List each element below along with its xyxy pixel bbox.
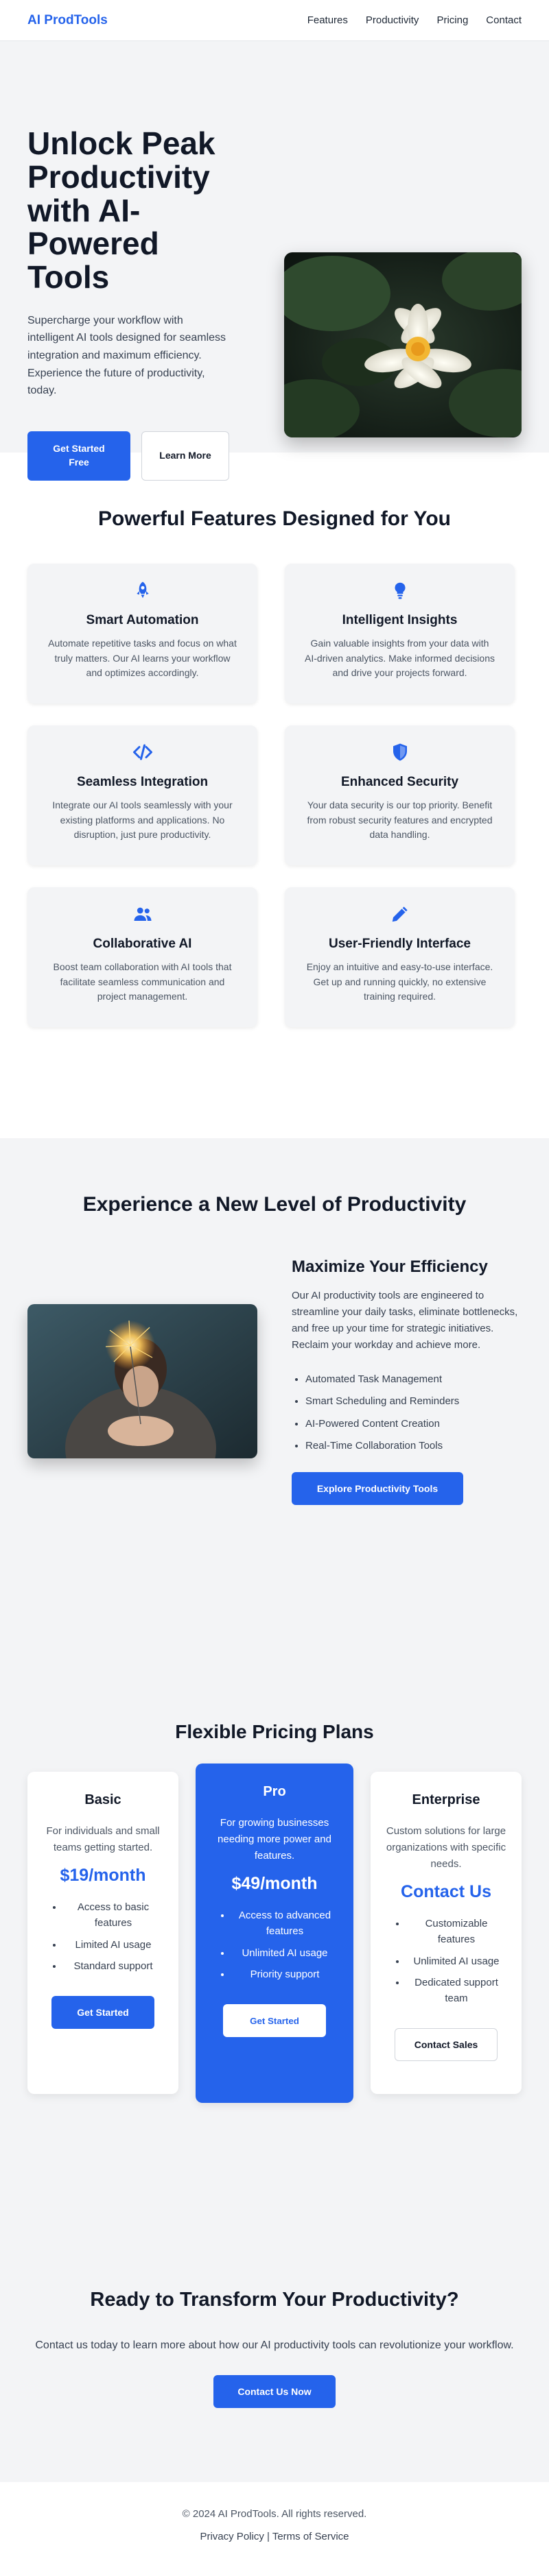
logo[interactable]: AI ProdTools — [27, 13, 108, 28]
features-section: Powerful Features Designed for You Smart… — [0, 453, 549, 1138]
feature-title: Smart Automation — [86, 613, 199, 627]
cta-section: Ready to Transform Your Productivity? Co… — [0, 2235, 549, 2482]
plan-price: $19/month — [60, 1866, 146, 1885]
hero-buttons: Get Started Free Learn More — [27, 431, 229, 481]
shield-icon — [393, 743, 407, 761]
terms-of-service-link[interactable]: Terms of Service — [272, 2531, 349, 2542]
feature-description: Gain valuable insights from your data wi… — [304, 638, 495, 679]
feature-card-seamless-integration: Seamless Integration Integrate our AI to… — [27, 725, 257, 865]
feature-card-smart-automation: Smart Automation Automate repetitive tas… — [27, 564, 257, 703]
productivity-subtitle: Maximize Your Efficiency — [292, 1257, 488, 1276]
copyright-text: © 2024 AI ProdTools. All rights reserved… — [182, 2508, 367, 2520]
list-item: Unlimited AI usage — [406, 1953, 506, 1969]
sparkler-image — [27, 1304, 257, 1458]
pencil-icon — [392, 906, 408, 922]
code-icon — [132, 744, 152, 760]
pricing-card-basic: Basic For individuals and small teams ge… — [27, 1772, 178, 2094]
plan-price: Contact Us — [401, 1882, 491, 1901]
basic-get-started-button[interactable]: Get Started — [51, 1996, 154, 2029]
water-lily-illustration — [284, 252, 522, 437]
nav-link-productivity[interactable]: Productivity — [366, 14, 419, 26]
feature-card-collaborative-ai: Collaborative AI Boost team collaboratio… — [27, 887, 257, 1027]
pricing-section: Flexible Pricing Plans Basic For individ… — [0, 1687, 549, 2235]
feature-title: User-Friendly Interface — [329, 937, 471, 951]
list-item: Priority support — [231, 1966, 338, 1982]
nav-link-features[interactable]: Features — [307, 14, 348, 26]
productivity-section: Experience a New Level of Productivity M… — [0, 1138, 549, 1687]
feature-title: Collaborative AI — [93, 937, 192, 951]
footer-links: Privacy Policy | Terms of Service — [0, 2531, 549, 2542]
feature-card-intelligent-insights: Intelligent Insights Gain valuable insig… — [285, 564, 515, 703]
explore-productivity-tools-button[interactable]: Explore Productivity Tools — [292, 1472, 463, 1505]
hero-section: Unlock Peak Productivity with AI-Powered… — [0, 41, 549, 481]
pro-get-started-button[interactable]: Get Started — [223, 2004, 326, 2037]
feature-description: Enjoy an intuitive and easy-to-use inter… — [306, 961, 493, 1002]
list-item: AI-Powered Content Creation — [305, 1413, 522, 1435]
productivity-details: Maximize Your Efficiency Our AI producti… — [292, 1257, 522, 1505]
nav-link-pricing[interactable]: Pricing — [436, 14, 468, 26]
productivity-content: Maximize Your Efficiency Our AI producti… — [0, 1257, 549, 1505]
plan-name: Enterprise — [412, 1792, 480, 1807]
plan-name: Pro — [263, 1784, 286, 1799]
feature-card-user-friendly-interface: User-Friendly Interface Enjoy an intuiti… — [285, 887, 515, 1027]
pricing-title: Flexible Pricing Plans — [175, 1721, 374, 1742]
pricing-card-pro: Pro For growing businesses needing more … — [196, 1764, 353, 2103]
features-grid: Smart Automation Automate repetitive tas… — [27, 564, 522, 1027]
sparkler-illustration — [27, 1304, 257, 1458]
list-item: Smart Scheduling and Reminders — [305, 1391, 522, 1412]
hero-subtitle: Supercharge your workflow with intellige… — [27, 314, 226, 397]
productivity-title: Experience a New Level of Productivity — [82, 1193, 467, 1216]
get-started-free-button[interactable]: Get Started Free — [27, 431, 130, 481]
productivity-text: Our AI productivity tools are engineered… — [292, 1290, 518, 1351]
plan-description: For individuals and small teams getting … — [46, 1825, 160, 1853]
list-item: Access to advanced features — [231, 1907, 338, 1940]
feature-description: Boost team collaboration with AI tools t… — [53, 961, 232, 1002]
hero-content: Unlock Peak Productivity with AI-Powered… — [27, 125, 229, 481]
footer-separator: | — [267, 2531, 270, 2542]
main-nav: Features Productivity Pricing Contact — [307, 14, 522, 26]
plan-name: Basic — [84, 1792, 121, 1807]
list-item: Customizable features — [406, 1916, 506, 1948]
site-footer: © 2024 AI ProdTools. All rights reserved… — [0, 2482, 549, 2576]
learn-more-button[interactable]: Learn More — [141, 431, 229, 481]
privacy-policy-link[interactable]: Privacy Policy — [200, 2531, 264, 2542]
site-header: AI ProdTools Features Productivity Prici… — [0, 0, 549, 41]
plan-price: $49/month — [231, 1874, 318, 1893]
plan-features: Customizable features Unlimited AI usage… — [386, 1916, 506, 2006]
lightbulb-icon — [394, 582, 406, 599]
plan-features: Access to basic features Limited AI usag… — [43, 1899, 163, 1974]
feature-description: Integrate our AI tools seamlessly with y… — [52, 799, 233, 841]
pricing-card-enterprise: Enterprise Custom solutions for large or… — [371, 1772, 522, 2094]
contact-us-now-button[interactable]: Contact Us Now — [213, 2375, 336, 2409]
list-item: Automated Task Management — [305, 1369, 522, 1391]
list-item: Standard support — [63, 1958, 163, 1974]
list-item: Limited AI usage — [63, 1937, 163, 1953]
list-item: Dedicated support team — [406, 1975, 506, 2007]
cta-title: Ready to Transform Your Productivity? — [90, 2289, 459, 2311]
feature-title: Seamless Integration — [76, 775, 209, 789]
list-item: Unlimited AI usage — [231, 1945, 338, 1961]
plan-description: Custom solutions for large organizations… — [386, 1825, 506, 1870]
plan-description: For growing businesses needing more powe… — [218, 1817, 331, 1862]
rocket-icon — [136, 581, 149, 599]
list-item: Access to basic features — [63, 1899, 163, 1931]
list-item: Real-Time Collaboration Tools — [305, 1435, 522, 1457]
pricing-cards: Basic For individuals and small teams ge… — [27, 1764, 522, 2103]
hero-title: Unlock Peak Productivity with AI-Powered… — [27, 125, 215, 295]
feature-title: Enhanced Security — [340, 775, 459, 789]
plan-features: Access to advanced features Unlimited AI… — [211, 1907, 338, 1982]
productivity-list: Automated Task Management Smart Scheduli… — [292, 1369, 522, 1457]
users-icon — [134, 907, 151, 921]
feature-description: Your data security is our top priority. … — [307, 799, 493, 841]
features-title: Powerful Features Designed for You — [98, 507, 451, 530]
feature-card-enhanced-security: Enhanced Security Your data security is … — [285, 725, 515, 865]
water-lily-image — [284, 252, 522, 437]
cta-text: Contact us today to learn more about how… — [35, 2339, 514, 2351]
feature-description: Automate repetitive tasks and focus on w… — [48, 638, 237, 679]
feature-title: Intelligent Insights — [342, 613, 458, 627]
contact-sales-button[interactable]: Contact Sales — [395, 2028, 498, 2062]
nav-link-contact[interactable]: Contact — [486, 14, 522, 26]
